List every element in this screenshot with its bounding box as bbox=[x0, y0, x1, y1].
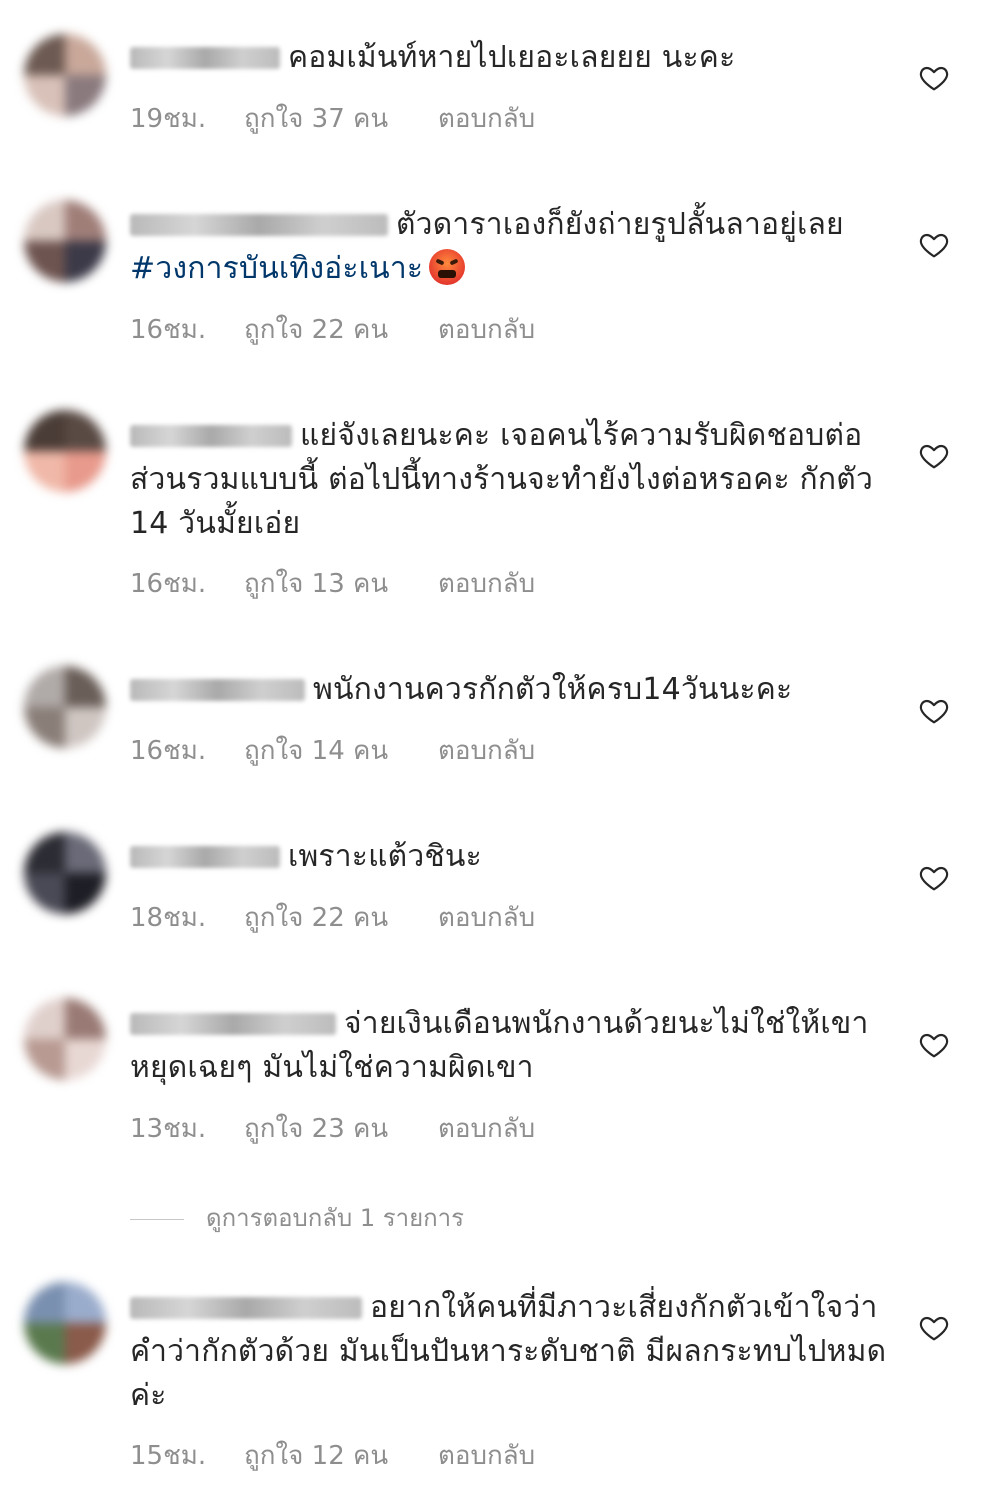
view-replies-label: ดูการตอบกลับ 1 รายการ bbox=[206, 1204, 465, 1232]
comment-likes[interactable]: ถูกใจ 22 คน bbox=[244, 309, 438, 350]
reply-button[interactable]: ตอบกลับ bbox=[438, 1435, 535, 1476]
comment-meta: 13ชม. ถูกใจ 23 คน ตอบกลับ bbox=[130, 1108, 535, 1149]
heart-icon[interactable] bbox=[918, 862, 950, 894]
username-blurred[interactable] bbox=[130, 214, 388, 236]
comment-likes[interactable]: ถูกใจ 14 คน bbox=[244, 730, 438, 771]
heart-icon[interactable] bbox=[918, 695, 950, 727]
comment-likes[interactable]: ถูกใจ 37 คน bbox=[244, 98, 438, 139]
username-blurred[interactable] bbox=[130, 1013, 336, 1035]
comment-text: พนักงานควรกักตัวให้ครบ14วันนะคะ bbox=[313, 672, 793, 707]
comment-time: 19ชม. bbox=[130, 104, 207, 134]
comment-meta: 16ชม. ถูกใจ 14 คน ตอบกลับ bbox=[130, 730, 535, 771]
reply-button[interactable]: ตอบกลับ bbox=[438, 98, 535, 139]
view-replies-link[interactable]: ดูการตอบกลับ 1 รายการ bbox=[130, 1198, 464, 1237]
comment-body: เพราะแต้วชินะ bbox=[130, 835, 890, 879]
username-blurred[interactable] bbox=[130, 47, 280, 69]
comment-body: คอมเม้นท์หายไปเยอะเลยยย นะคะ bbox=[130, 36, 890, 80]
heart-icon[interactable] bbox=[918, 1029, 950, 1061]
username-blurred[interactable] bbox=[130, 846, 280, 868]
comment-text: ตัวดาราเองก็ยังถ่ายรูปลั้นลาอยู่เลย bbox=[396, 207, 844, 242]
comment-body: พนักงานควรกักตัวให้ครบ14วันนะคะ bbox=[130, 668, 890, 712]
divider bbox=[130, 1218, 184, 1220]
reply-button[interactable]: ตอบกลับ bbox=[438, 897, 535, 938]
comment-meta: 16ชม. ถูกใจ 22 คน ตอบกลับ bbox=[130, 309, 535, 350]
comment-likes[interactable]: ถูกใจ 22 คน bbox=[244, 897, 438, 938]
comment-body: จ่ายเงินเดือนพนักงานด้วยนะไม่ใช่ให้เขาหย… bbox=[130, 1002, 890, 1090]
comment-text: เพราะแต้วชินะ bbox=[288, 839, 482, 874]
comment-time: 16ชม. bbox=[130, 569, 207, 599]
hashtag-link[interactable]: #วงการบันเทิงอ่ะเนาะ bbox=[130, 251, 423, 286]
comment-body: ตัวดาราเองก็ยังถ่ายรูปลั้นลาอยู่เลย #วงก… bbox=[130, 203, 890, 291]
username-blurred[interactable] bbox=[130, 1297, 362, 1319]
avatar[interactable] bbox=[24, 410, 106, 492]
avatar[interactable] bbox=[24, 34, 106, 116]
reply-button[interactable]: ตอบกลับ bbox=[438, 730, 535, 771]
comment-text: คอมเม้นท์หายไปเยอะเลยยย นะคะ bbox=[288, 40, 736, 75]
comment-body: แย่จังเลยนะคะ เจอคนไร้ความรับผิดชอบต่อส่… bbox=[130, 414, 890, 546]
comment-meta: 19ชม. ถูกใจ 37 คน ตอบกลับ bbox=[130, 98, 535, 139]
comment-meta: 16ชม. ถูกใจ 13 คน ตอบกลับ bbox=[130, 563, 535, 604]
heart-icon[interactable] bbox=[918, 229, 950, 261]
heart-icon[interactable] bbox=[918, 62, 950, 94]
comment-time: 15ชม. bbox=[130, 1441, 207, 1471]
comment-time: 16ชม. bbox=[130, 736, 207, 766]
comment-likes[interactable]: ถูกใจ 12 คน bbox=[244, 1435, 438, 1476]
avatar[interactable] bbox=[24, 200, 106, 282]
angry-cursing-face-emoji bbox=[429, 249, 466, 285]
comment-time: 13ชม. bbox=[130, 1114, 207, 1144]
comment-likes[interactable]: ถูกใจ 23 คน bbox=[244, 1108, 438, 1149]
heart-icon[interactable] bbox=[918, 1312, 950, 1344]
heart-icon[interactable] bbox=[918, 440, 950, 472]
username-blurred[interactable] bbox=[130, 425, 292, 447]
username-blurred[interactable] bbox=[130, 679, 305, 701]
comment-time: 16ชม. bbox=[130, 315, 207, 345]
reply-button[interactable]: ตอบกลับ bbox=[438, 1108, 535, 1149]
reply-button[interactable]: ตอบกลับ bbox=[438, 309, 535, 350]
avatar[interactable] bbox=[24, 666, 106, 748]
comment-body: อยากให้คนที่มีภาวะเสี่ยงกักตัวเข้าใจว่าค… bbox=[130, 1286, 890, 1418]
comment-meta: 15ชม. ถูกใจ 12 คน ตอบกลับ bbox=[130, 1435, 535, 1476]
reply-button[interactable]: ตอบกลับ bbox=[438, 563, 535, 604]
comment-meta: 18ชม. ถูกใจ 22 คน ตอบกลับ bbox=[130, 897, 535, 938]
comment-likes[interactable]: ถูกใจ 13 คน bbox=[244, 563, 438, 604]
avatar[interactable] bbox=[24, 832, 106, 914]
avatar[interactable] bbox=[24, 1282, 106, 1364]
avatar[interactable] bbox=[24, 998, 106, 1080]
comment-time: 18ชม. bbox=[130, 903, 207, 933]
